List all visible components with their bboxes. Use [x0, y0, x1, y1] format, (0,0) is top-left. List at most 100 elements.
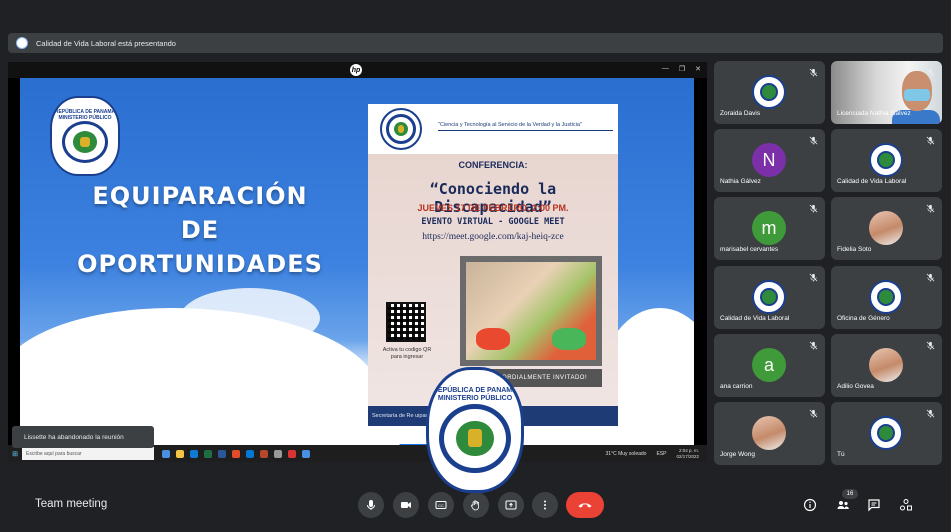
headline-line-1: EQUIPARACIÓN	[92, 182, 308, 210]
excel-icon[interactable]	[204, 449, 212, 458]
chat-button[interactable]	[866, 497, 882, 513]
conference-event: EVENTO VIRTUAL - GOOGLE MEET	[421, 217, 565, 227]
camera-button[interactable]	[393, 492, 419, 518]
mic-icon	[367, 500, 375, 510]
participant-tile[interactable]: Oficina de Género	[831, 266, 942, 329]
seal-avatar	[869, 416, 903, 450]
participant-tile[interactable]: Adilio Govea	[831, 334, 942, 397]
language-indicator[interactable]: ESP	[656, 451, 666, 457]
present-screen-icon	[505, 500, 517, 510]
participant-tile[interactable]: m marisabel cervantes	[714, 197, 825, 260]
meeting-name: Team meeting	[35, 498, 108, 510]
participant-name: Calidad de Vida Laboral	[837, 178, 907, 185]
leave-call-button[interactable]	[566, 492, 604, 518]
window-controls: — ❐ ✕	[662, 65, 701, 73]
participant-tile[interactable]: Calidad de Vida Laboral	[714, 266, 825, 329]
activities-icon	[900, 499, 912, 511]
outlook-icon[interactable]	[246, 449, 254, 458]
participant-tile[interactable]: Jorge Wong	[714, 402, 825, 465]
file-explorer-icon[interactable]	[176, 449, 184, 458]
shared-screen: hp — ❐ ✕ REPÚBLICA DE PANAMÁ MINISTERIO …	[8, 62, 707, 462]
presentation-slide: REPÚBLICA DE PANAMÁ MINISTERIO PÚBLICO E…	[20, 78, 694, 452]
participant-name: Jorge Wong	[720, 451, 755, 458]
raise-hand-button[interactable]	[463, 492, 489, 518]
participant-name: Fidelia Soto	[837, 246, 872, 253]
participant-tile[interactable]: Fidelia Soto	[831, 197, 942, 260]
participant-tile[interactable]: N Nathia Gálvez	[714, 129, 825, 192]
captions-icon: CC	[435, 501, 447, 509]
more-options-button[interactable]	[532, 492, 558, 518]
mic-off-icon	[808, 340, 818, 350]
participant-tile[interactable]: Calidad de Vida Laboral	[831, 129, 942, 192]
participant-name: Adilio Govea	[837, 383, 874, 390]
cloud-decoration	[180, 288, 320, 348]
meeting-details-button[interactable]	[802, 497, 818, 513]
participant-name: Calidad de Vida Laboral	[720, 315, 790, 322]
mic-off-icon	[808, 408, 818, 418]
headline-line-2: DE	[180, 216, 220, 244]
poster-motto: "Ciencia y Tecnología al Servicio de la …	[438, 122, 613, 131]
app-icon[interactable]	[274, 449, 282, 458]
conference-label: CONFERENCIA:	[458, 160, 528, 170]
chrome-icon[interactable]	[232, 449, 240, 458]
task-view-icon[interactable]	[162, 449, 170, 458]
activities-button[interactable]	[898, 497, 914, 513]
taskbar-clock[interactable]: 2:04 p. m. 02/17/2022	[676, 448, 699, 459]
present-button[interactable]	[498, 492, 524, 518]
app-icon[interactable]	[302, 449, 310, 458]
seal-avatar	[869, 143, 903, 177]
mic-off-icon	[925, 67, 935, 77]
hand-icon	[471, 500, 479, 511]
camera-icon	[401, 502, 411, 508]
participant-count-badge: 16	[842, 489, 858, 499]
hp-logo-icon: hp	[350, 64, 362, 76]
edge-icon[interactable]	[190, 449, 198, 458]
presenter-avatar	[16, 37, 28, 49]
big-seal-text: REPÚBLICA DE PANAMÁ MINISTERIO PÚBLICO	[432, 386, 518, 403]
letter-avatar: m	[752, 211, 786, 245]
restore-icon: ❐	[678, 66, 686, 73]
institute-seal: REPÚBLICA DE PANAMÁ MINISTERIO PÚBLICO	[50, 96, 120, 176]
seal-text: REPÚBLICA DE PANAMÁ MINISTERIO PÚBLICO	[54, 109, 116, 122]
participant-name: Tú	[837, 451, 845, 458]
captions-button[interactable]: CC	[428, 492, 454, 518]
mic-off-icon	[925, 408, 935, 418]
people-button[interactable]	[835, 497, 851, 513]
minimize-icon: —	[661, 65, 669, 72]
taskbar-search-input[interactable]: Escribe aquí para buscar	[22, 447, 154, 460]
participant-tile[interactable]: a ana carrion	[714, 334, 825, 397]
app-icon[interactable]	[288, 449, 296, 458]
chat-icon	[868, 499, 880, 512]
svg-text:CC: CC	[438, 503, 444, 508]
participant-tile[interactable]: Licenciada Nathia Gálvez	[831, 61, 942, 124]
close-icon: ✕	[695, 66, 701, 73]
conference-date: JUEVES 17 DE FEBRERO, 2:00 PM.	[417, 203, 569, 213]
seal-avatar	[752, 280, 786, 314]
participant-name: Oficina de Género	[837, 315, 890, 322]
mic-off-icon	[808, 203, 818, 213]
microphone-button[interactable]	[358, 492, 384, 518]
system-tray: 31°C Muy soleado ESP 2:04 p. m. 02/17/20…	[606, 448, 707, 459]
hang-up-icon	[578, 503, 592, 508]
mic-off-icon	[808, 135, 818, 145]
participant-name: Licenciada Nathia Gálvez	[837, 110, 911, 117]
qr-label: Activa tu codigo QR para ingresar	[382, 347, 432, 361]
laptop-top-bar: hp — ❐ ✕	[8, 62, 707, 78]
meet-window: Calidad de Vida Laboral está presentando…	[0, 0, 951, 532]
clock-time: 2:04 p. m.	[678, 448, 699, 454]
word-icon[interactable]	[218, 449, 226, 458]
participant-tile[interactable]: Tú	[831, 402, 942, 465]
participant-tile[interactable]: Zoraida Davis	[714, 61, 825, 124]
poster-seal	[380, 108, 422, 150]
photo-avatar	[869, 348, 903, 382]
participant-name: Zoraida Davis	[720, 110, 761, 117]
presenter-seal-overlay: REPÚBLICA DE PANAMÁ MINISTERIO PÚBLICO	[426, 367, 524, 493]
presenting-banner: Calidad de Vida Laboral está presentando	[8, 33, 943, 53]
letter-avatar: N	[752, 143, 786, 177]
notification-toast: Lissette ha abandonado la reunión	[12, 426, 154, 448]
seal-avatar	[869, 280, 903, 314]
mic-off-icon	[925, 340, 935, 350]
participant-name: Nathia Gálvez	[720, 178, 761, 185]
powerpoint-icon[interactable]	[260, 449, 268, 458]
mic-off-icon	[925, 272, 935, 282]
